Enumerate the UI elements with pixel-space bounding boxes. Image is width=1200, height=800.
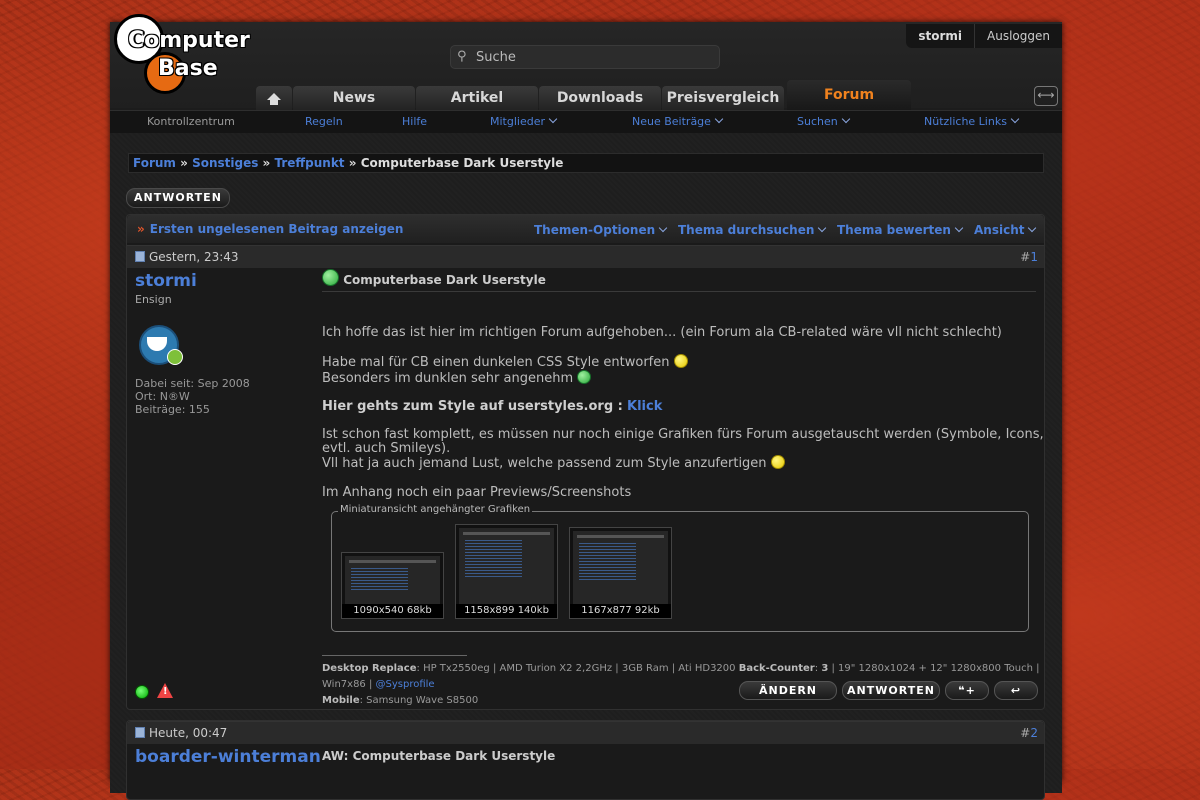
post-paragraph: Vll hat ja auch jemand Lust, welche pass… (322, 455, 785, 471)
chevron-down-icon (548, 114, 558, 124)
tab-forum[interactable]: Forum (787, 80, 911, 110)
chevron-down-icon (954, 223, 964, 233)
post-icon (135, 727, 145, 738)
multiquote-button[interactable]: ❝+ (945, 681, 989, 700)
main-tabs: News Artikel Downloads Preisvergleich Fo… (256, 80, 912, 112)
report-post-icon[interactable] (157, 683, 173, 698)
username-link[interactable]: stormi (906, 24, 976, 48)
grin-smiley-icon (322, 269, 339, 286)
user-joined: Dabei seit: Sep 2008 (135, 377, 250, 390)
chevron-down-icon (818, 223, 827, 233)
breadcrumb-forum[interactable]: Forum (133, 156, 176, 170)
post-header: Gestern, 23:43 #1 (127, 245, 1044, 268)
thread-view-menu[interactable]: Ansicht (974, 223, 1037, 237)
tab-home[interactable] (256, 86, 292, 110)
reply-post-button[interactable]: ANTWORTEN (842, 681, 940, 700)
post-paragraph: Im Anhang noch ein paar Previews/Screens… (322, 485, 632, 500)
post-paragraph: Habe mal für CB einen dunkelen CSS Style… (322, 354, 688, 370)
breadcrumb-current: Computerbase Dark Userstyle (360, 156, 564, 170)
user-location: Ort: N®W (135, 390, 190, 403)
grin-smiley-icon (577, 370, 592, 384)
breadcrumb-sep: » (262, 156, 271, 170)
post-paragraph: Ich hoffe das ist hier im richtigen Foru… (322, 325, 1002, 340)
online-status-icon (135, 685, 149, 699)
attachments-legend: Miniaturansicht angehängter Grafiken (338, 504, 533, 515)
thread-options-menu[interactable]: Themen-Optionen (534, 223, 668, 237)
reply-button[interactable]: ANTWORTEN (126, 188, 230, 208)
user-box: stormi Ausloggen (906, 24, 1062, 48)
user-info: Dabei seit: Sep 2008 Ort: N®W Beiträge: … (135, 377, 250, 416)
page-container: C Computer Base ⚲ Suche stormi Ausloggen… (110, 14, 1062, 800)
post-2: Heute, 00:47 #2 boarder-winterman AW: Co… (126, 720, 1045, 800)
post-paragraph: Hier gehts zum Style auf userstyles.org … (322, 399, 663, 414)
post-number[interactable]: #2 (1020, 726, 1038, 740)
chevron-down-icon (841, 114, 850, 124)
thread-toolbar: » Ersten ungelesenen Beitrag anzeigen The… (127, 215, 1044, 243)
expand-width-icon[interactable]: ⟷ (1034, 86, 1058, 106)
user-rank: Ensign (135, 293, 172, 306)
attachments-box: Miniaturansicht angehängter Grafiken 109… (331, 504, 1029, 632)
quick-reply-button[interactable]: ↩ (994, 681, 1038, 700)
style-link[interactable]: Klick (627, 399, 662, 414)
double-arrow-icon: » (137, 222, 145, 236)
breadcrumb-sep: » (348, 156, 357, 170)
subnav-suchen[interactable]: Suchen (797, 114, 850, 128)
breadcrumb-sonstiges[interactable]: Sonstiges (192, 156, 258, 170)
subnav-hilfe[interactable]: Hilfe (402, 115, 427, 128)
sysprofile-link[interactable]: @Sysprofile (376, 679, 435, 690)
post-paragraph: Besonders im dunklen sehr angenehm (322, 370, 592, 386)
post-header: Heute, 00:47 #2 (127, 721, 1044, 744)
smile-icon (673, 354, 688, 368)
subnav-regeln[interactable]: Regeln (305, 115, 343, 128)
search-placeholder: Suche (476, 50, 516, 65)
computerbase-logo[interactable]: C Computer Base (114, 14, 264, 100)
chevron-down-icon (658, 223, 668, 233)
post-date: Gestern, 23:43 (135, 250, 239, 264)
header: C Computer Base ⚲ Suche stormi Ausloggen… (110, 14, 1062, 110)
tab-downloads[interactable]: Downloads (539, 86, 661, 110)
sub-navigation: Kontrollzentrum Regeln Hilfe Mitglieder … (110, 110, 1062, 133)
signature-divider (322, 655, 467, 656)
search-input[interactable]: ⚲ Suche (450, 45, 720, 69)
breadcrumb-sep: » (180, 156, 188, 170)
subnav-mitglieder[interactable]: Mitglieder (490, 114, 558, 128)
post-paragraph: Ist schon fast komplett, es müssen nur n… (322, 427, 1044, 442)
post-title: Computerbase Dark Userstyle (322, 269, 546, 287)
attachment-thumbnail[interactable]: 1090x540 68kb (341, 552, 444, 619)
tab-preisvergleich[interactable]: Preisvergleich (662, 86, 784, 110)
breadcrumb: Forum » Sonstiges » Treffpunkt » Compute… (128, 153, 1044, 173)
tab-artikel[interactable]: Artikel (416, 86, 538, 110)
divider (322, 291, 1036, 292)
post-author[interactable]: stormi (135, 271, 197, 291)
logout-link[interactable]: Ausloggen (975, 24, 1062, 48)
thread-rate-menu[interactable]: Thema bewerten (837, 223, 964, 237)
user-post-count: Beiträge: 155 (135, 403, 210, 416)
subnav-nuetzliche-links[interactable]: Nützliche Links (924, 114, 1020, 128)
post-paragraph: evtl. auch Smileys). (322, 441, 451, 456)
post-1: » Ersten ungelesenen Beitrag anzeigen The… (126, 214, 1045, 710)
post-author[interactable]: boarder-winterman (135, 747, 321, 767)
avatar[interactable] (137, 323, 185, 367)
attachment-thumbnail[interactable]: 1158x899 140kb (455, 524, 558, 619)
smile-icon (770, 455, 785, 469)
tab-news[interactable]: News (293, 86, 415, 110)
search-icon: ⚲ (457, 49, 467, 64)
edit-button[interactable]: ÄNDERN (739, 681, 837, 700)
post-icon (135, 251, 145, 262)
post-date: Heute, 00:47 (135, 726, 227, 740)
home-icon (267, 92, 281, 105)
subnav-neue-beitraege[interactable]: Neue Beiträge (632, 114, 724, 128)
chevron-down-icon (714, 114, 724, 124)
breadcrumb-treffpunkt[interactable]: Treffpunkt (275, 156, 345, 170)
attachment-thumbnail[interactable]: 1167x877 92kb (569, 527, 672, 619)
chevron-down-icon (1010, 114, 1020, 124)
post-title: AW: Computerbase Dark Userstyle (322, 749, 556, 763)
first-unread-link[interactable]: » Ersten ungelesenen Beitrag anzeigen (137, 222, 403, 236)
chevron-down-icon (1028, 223, 1037, 233)
thread-search-menu[interactable]: Thema durchsuchen (678, 223, 827, 237)
subnav-kontrollzentrum[interactable]: Kontrollzentrum (147, 115, 235, 128)
post-number[interactable]: #1 (1020, 250, 1038, 264)
